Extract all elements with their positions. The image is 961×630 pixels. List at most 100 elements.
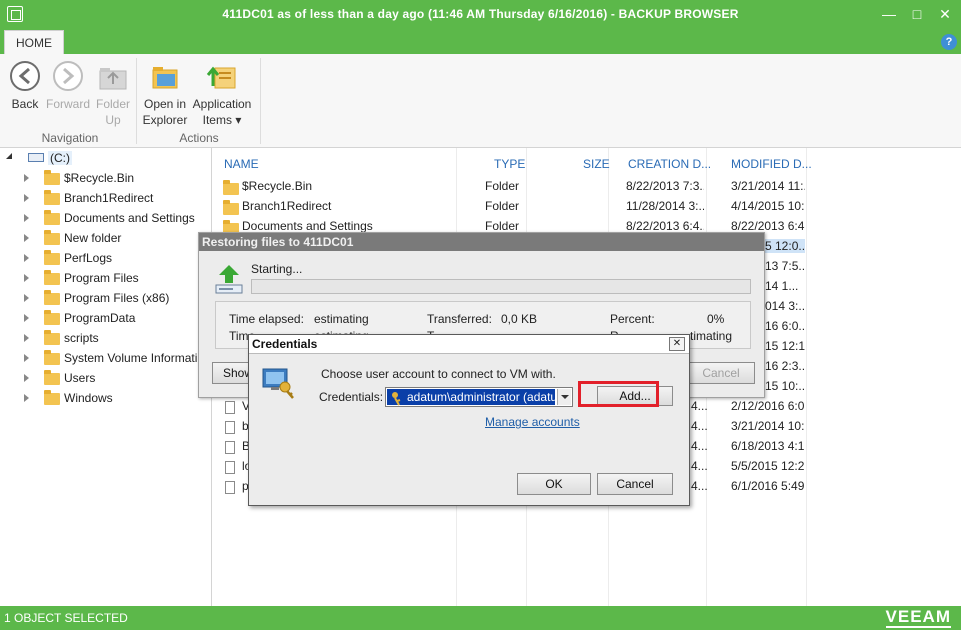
- forward-button[interactable]: Forward: [46, 60, 90, 112]
- folder-icon: [44, 370, 60, 385]
- folder-tree: (C:) $Recycle.Bin Branch1Redirect Document…: [0, 148, 212, 606]
- row-modified-partial: 16 2:3...: [765, 359, 805, 373]
- row-name: $Recycle.Bin: [242, 179, 313, 193]
- application-items-icon: [206, 66, 236, 89]
- row-modified: 5/5/2015 12:2...: [731, 459, 805, 473]
- folder-icon: [44, 170, 60, 185]
- expand-arrow-icon[interactable]: [24, 334, 29, 342]
- file-icon: [225, 421, 235, 434]
- folder-icon: [44, 270, 60, 285]
- expanded-arrow-icon[interactable]: [6, 153, 12, 159]
- tree-item[interactable]: Program Files: [0, 268, 210, 288]
- tree-item-root[interactable]: (C:): [0, 148, 210, 168]
- expand-arrow-icon[interactable]: [24, 214, 29, 222]
- chevron-down-icon[interactable]: [557, 389, 571, 405]
- tree-item-label: PerfLogs: [64, 251, 113, 265]
- back-button[interactable]: Back: [8, 60, 42, 112]
- folder-up-button[interactable]: Folder Up: [94, 60, 132, 128]
- application-items-button[interactable]: Application Items ▾: [190, 60, 254, 128]
- tree-item[interactable]: New folder: [0, 228, 210, 248]
- ribbon-separator: [260, 58, 261, 144]
- open-in-explorer-button[interactable]: Open in Explorer: [142, 60, 188, 128]
- minimize-button[interactable]: —: [876, 4, 902, 24]
- expand-arrow-icon[interactable]: [24, 394, 29, 402]
- tree-item[interactable]: $Recycle.Bin: [0, 168, 210, 188]
- row-modified-partial: 14 1...: [765, 279, 799, 293]
- help-icon[interactable]: ?: [941, 34, 957, 50]
- back-label: Back: [11, 97, 39, 111]
- expand-arrow-icon[interactable]: [24, 354, 29, 362]
- column-header-size[interactable]: SIZE: [583, 157, 610, 171]
- tree-item[interactable]: scripts: [0, 328, 210, 348]
- tree-item-label: Program Files: [64, 271, 139, 285]
- expand-arrow-icon[interactable]: [24, 294, 29, 302]
- row-modified-partial: 15 12:1...: [765, 339, 805, 353]
- credentials-select[interactable]: adatum\administrator (adatum\a: [385, 387, 573, 407]
- folder-icon: [223, 200, 239, 215]
- forward-arrow-icon: [53, 61, 83, 91]
- tree-item[interactable]: PerfLogs: [0, 248, 210, 268]
- folder-icon: [44, 290, 60, 305]
- tab-home[interactable]: HOME: [4, 30, 64, 54]
- folder-icon: [44, 210, 60, 225]
- column-header-type[interactable]: TYPE: [494, 157, 525, 171]
- column-header-creation-date[interactable]: CREATION D...: [628, 157, 711, 171]
- tree-item-label: New folder: [64, 231, 122, 245]
- tree-item-label: Documents and Settings: [64, 211, 195, 225]
- row-modified-partial: 5 12:0...: [765, 239, 805, 253]
- row-modified-partial: 16 6:0...: [765, 319, 805, 333]
- drive-icon: [28, 153, 44, 162]
- actions-group-label: Actions: [179, 131, 219, 145]
- ok-button[interactable]: OK: [517, 473, 591, 495]
- title-bar: 411DC01 as of less than a day ago (11:46…: [0, 0, 961, 30]
- folder-icon: [44, 390, 60, 405]
- percent-label: Percent:: [610, 312, 655, 326]
- row-modified: 4/14/2015 10:...: [731, 199, 805, 213]
- manage-accounts-link[interactable]: Manage accounts: [485, 415, 580, 429]
- tree-item[interactable]: Documents and Settings: [0, 208, 210, 228]
- row-created: 4...: [691, 439, 708, 453]
- cancel-button[interactable]: Cancel: [597, 473, 673, 495]
- tree-item-label: scripts: [64, 331, 99, 345]
- column-header-modified-date[interactable]: MODIFIED D...: [731, 157, 812, 171]
- close-button[interactable]: ✕: [932, 4, 958, 24]
- ribbon-separator: [136, 58, 137, 144]
- tree-item[interactable]: ProgramData: [0, 308, 210, 328]
- restore-cancel-button[interactable]: Cancel: [687, 362, 755, 384]
- column-header-name[interactable]: NAME: [224, 157, 259, 171]
- credentials-dialog-title: Credentials: [249, 335, 689, 354]
- expand-arrow-icon[interactable]: [24, 194, 29, 202]
- row-created: 4...: [691, 479, 708, 493]
- restore-progress-bar: [251, 279, 751, 294]
- transferred-value: 0,0 KB: [501, 312, 538, 326]
- row-modified: 3/21/2014 11:...: [731, 179, 805, 193]
- expand-arrow-icon[interactable]: [24, 234, 29, 242]
- maximize-button[interactable]: □: [904, 4, 930, 24]
- tree-item[interactable]: Windows: [0, 388, 210, 408]
- row-created: 11/28/2014 3:...: [626, 199, 704, 213]
- row-name: Documents and Settings: [242, 219, 373, 233]
- tree-item-label: System Volume Informati: [64, 351, 198, 365]
- expand-arrow-icon[interactable]: [24, 374, 29, 382]
- window-title: 411DC01 as of less than a day ago (11:46…: [222, 7, 739, 21]
- tree-item[interactable]: Users: [0, 368, 210, 388]
- folder-icon: [223, 180, 239, 195]
- expand-arrow-icon[interactable]: [24, 274, 29, 282]
- credentials-label: Credentials:: [319, 390, 384, 404]
- tree-root-label: (C:): [48, 151, 72, 165]
- application-items-label: Application Items ▾: [192, 97, 252, 127]
- credentials-dialog: Credentials ✕ Choose user account to con…: [248, 334, 690, 506]
- row-created: 4...: [691, 459, 708, 473]
- file-icon: [225, 461, 235, 474]
- expand-arrow-icon[interactable]: [24, 254, 29, 262]
- credentials-key-icon: [262, 368, 294, 399]
- expand-arrow-icon[interactable]: [24, 314, 29, 322]
- tree-item[interactable]: Branch1Redirect: [0, 188, 210, 208]
- tree-item[interactable]: Program Files (x86): [0, 288, 210, 308]
- row-name: Branch1Redirect: [242, 199, 332, 213]
- row-type: Folder: [485, 199, 520, 213]
- expand-arrow-icon[interactable]: [24, 174, 29, 182]
- close-icon[interactable]: ✕: [669, 337, 685, 351]
- row-modified: 6/1/2016 5:49...: [731, 479, 805, 493]
- tree-item[interactable]: System Volume Informati: [0, 348, 210, 368]
